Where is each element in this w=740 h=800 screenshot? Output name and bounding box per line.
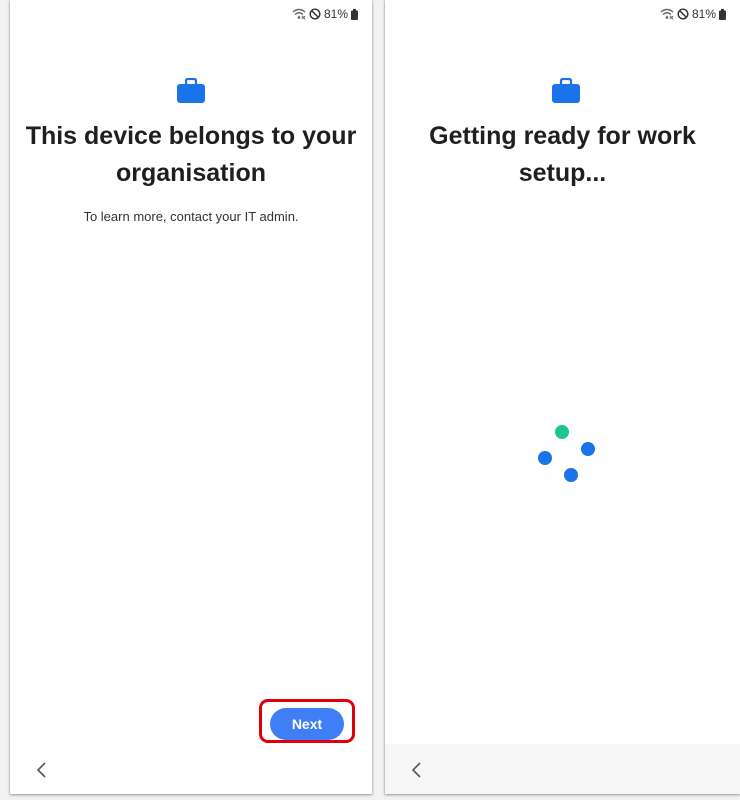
spinner-dot-blue-right xyxy=(581,442,595,456)
battery-icon xyxy=(719,8,726,20)
briefcase-icon xyxy=(176,77,206,104)
battery-percent: 81% xyxy=(691,7,716,21)
do-not-disturb-icon xyxy=(309,8,321,20)
chevron-left-icon[interactable] xyxy=(409,760,425,780)
next-button[interactable]: Next xyxy=(270,708,344,740)
loading-spinner-icon xyxy=(535,420,595,490)
work-setup-loading-screen: 81% Getting ready for work setup... xyxy=(385,0,740,794)
chevron-left-icon[interactable] xyxy=(34,760,50,780)
spinner-dot-green xyxy=(555,425,569,439)
screenshot-comparison: 81% This device belongs to your organisa… xyxy=(0,0,740,800)
navigation-bar xyxy=(10,744,372,794)
battery-percent: 81% xyxy=(323,7,348,21)
do-not-disturb-icon xyxy=(677,8,689,20)
status-bar: 81% xyxy=(660,6,726,22)
battery-icon xyxy=(351,8,358,20)
spinner-dot-blue-left xyxy=(538,451,552,465)
briefcase-icon xyxy=(551,77,581,104)
status-bar: 81% xyxy=(292,6,358,22)
work-profile-intro-screen: 81% This device belongs to your organisa… xyxy=(10,0,372,794)
wifi-off-icon xyxy=(660,8,674,20)
navigation-bar xyxy=(385,744,740,794)
page-title: Getting ready for work setup... xyxy=(429,122,696,187)
wifi-off-icon xyxy=(292,8,306,20)
page-subtitle: To learn more, contact your IT admin. xyxy=(83,209,299,224)
spinner-dot-blue-bottom xyxy=(564,468,578,482)
page-title: This device belongs to your organisation xyxy=(25,122,357,187)
